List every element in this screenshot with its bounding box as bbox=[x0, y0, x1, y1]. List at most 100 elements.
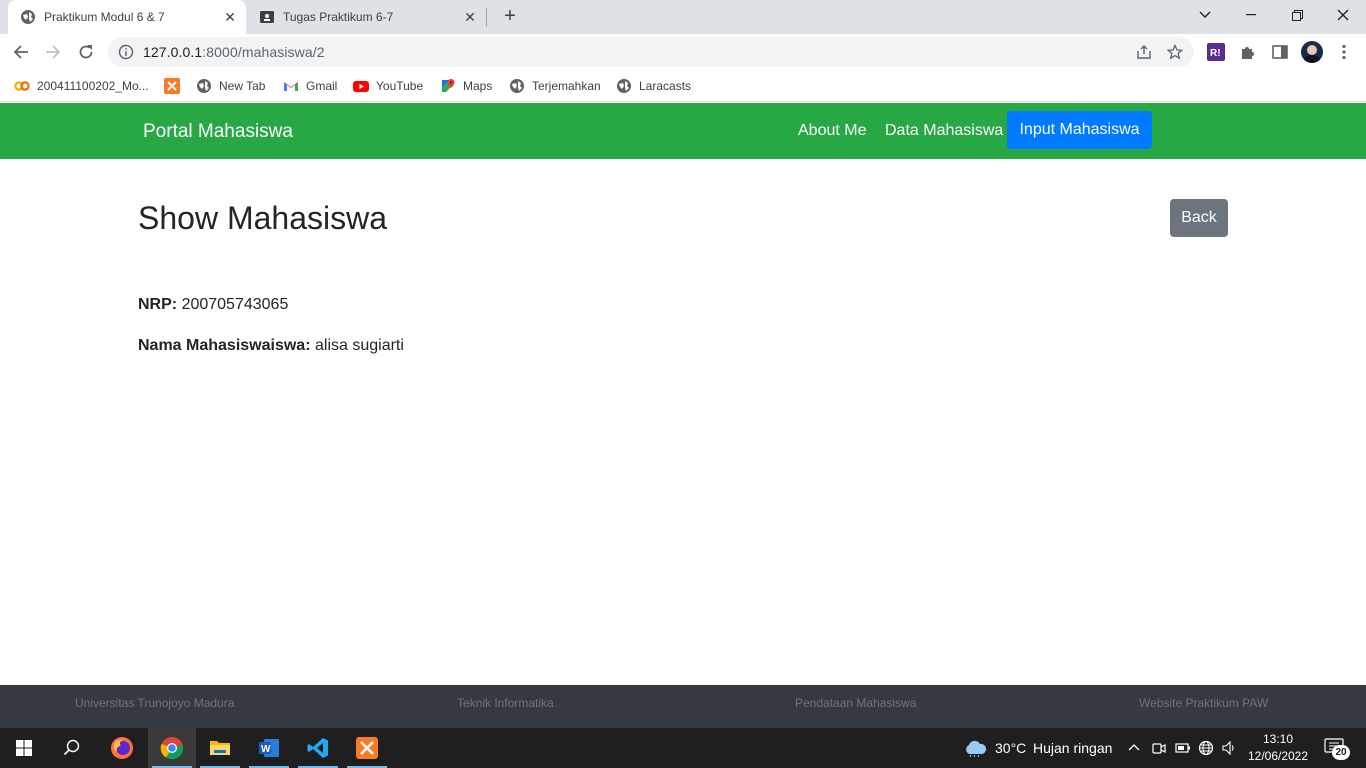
clock-time[interactable]: 13:10 bbox=[1244, 732, 1312, 746]
bookmark-terjemahkan[interactable]: Terjemahkan bbox=[509, 76, 601, 96]
tab-divider bbox=[486, 8, 487, 26]
weather-temp[interactable]: 30°C bbox=[995, 740, 1026, 756]
tab-bar: Praktikum Modul 6 & 7 ✕ Tugas Praktikum … bbox=[0, 0, 1366, 34]
info-icon[interactable] bbox=[118, 44, 134, 60]
taskbar: W 30°C Hujan ringan 13:10 12/06/2022 20 bbox=[0, 728, 1366, 768]
footer-item: Pendataan Mahasiswa bbox=[795, 696, 917, 710]
search-button[interactable] bbox=[48, 728, 96, 768]
page-title: Show Mahasiswa bbox=[138, 200, 387, 236]
svg-text:W: W bbox=[261, 744, 271, 755]
footer-item: Universitas Trunojoyo Madura bbox=[75, 696, 235, 710]
bookmark-star-icon[interactable] bbox=[1167, 44, 1183, 60]
url-path: :8000/mahasiswa/2 bbox=[202, 44, 325, 60]
chrome-taskbar-app[interactable] bbox=[148, 728, 196, 768]
field-nrp: NRP: 200705743065 bbox=[138, 296, 288, 314]
vscode-icon bbox=[307, 738, 328, 758]
weather-cloud-icon[interactable] bbox=[963, 739, 987, 757]
footer: Universitas Trunojoyo Madura Teknik Info… bbox=[0, 685, 1366, 728]
close-icon[interactable]: ✕ bbox=[462, 9, 478, 25]
field-label: NRP: bbox=[138, 296, 178, 313]
close-window-button[interactable] bbox=[1320, 0, 1366, 30]
globe-icon bbox=[617, 79, 631, 93]
bookmark-maps[interactable]: Maps bbox=[440, 76, 492, 96]
windows-logo-icon bbox=[16, 740, 32, 756]
notification-count-badge: 20 bbox=[1332, 745, 1350, 760]
profile-avatar[interactable] bbox=[1301, 41, 1323, 63]
tab-title: Tugas Praktikum 6-7 bbox=[283, 10, 394, 24]
nav-about-me[interactable]: About Me bbox=[798, 122, 866, 140]
word-taskbar-app[interactable]: W bbox=[245, 728, 293, 768]
extensions-puzzle-icon[interactable] bbox=[1239, 43, 1257, 61]
bookmark-label: New Tab bbox=[219, 79, 266, 93]
battery-icon[interactable] bbox=[1175, 742, 1191, 754]
firefox-icon bbox=[111, 737, 133, 759]
chevron-up-icon[interactable] bbox=[1128, 742, 1140, 754]
search-icon bbox=[63, 739, 80, 756]
network-globe-icon[interactable] bbox=[1198, 740, 1214, 756]
meet-now-icon[interactable] bbox=[1152, 740, 1166, 756]
new-tab-button[interactable]: + bbox=[500, 6, 520, 27]
word-icon: W bbox=[259, 739, 279, 757]
gmail-icon bbox=[284, 82, 298, 91]
navbar: Portal Mahasiswa About Me Data Mahasiswa… bbox=[0, 103, 1366, 159]
back-button[interactable]: Back bbox=[1170, 199, 1228, 237]
firefox-taskbar-app[interactable] bbox=[98, 728, 146, 768]
bookmark-label: 200411100202_Mo... bbox=[37, 79, 149, 93]
bookmark-colab[interactable]: 200411100202_Mo... bbox=[14, 76, 149, 96]
extension-r-icon[interactable]: R! bbox=[1207, 43, 1225, 61]
maps-icon bbox=[442, 79, 455, 92]
clock-date[interactable]: 12/06/2022 bbox=[1244, 749, 1312, 763]
bookmark-xampp[interactable] bbox=[164, 76, 187, 96]
start-button[interactable] bbox=[0, 728, 48, 768]
weather-desc[interactable]: Hujan ringan bbox=[1033, 740, 1112, 756]
bookmark-label: Terjemahkan bbox=[532, 79, 601, 93]
xampp-icon bbox=[356, 737, 378, 759]
back-arrow-icon[interactable] bbox=[8, 39, 34, 65]
tab-search-chevron-icon[interactable] bbox=[1182, 0, 1228, 30]
youtube-icon bbox=[353, 81, 369, 92]
tab-title: Praktikum Modul 6 & 7 bbox=[44, 10, 165, 24]
bookmark-new-tab[interactable]: New Tab bbox=[196, 76, 265, 96]
globe-icon bbox=[197, 79, 211, 93]
globe-icon bbox=[21, 10, 35, 24]
reload-icon[interactable] bbox=[73, 39, 99, 65]
vscode-taskbar-app[interactable] bbox=[294, 728, 342, 768]
navbar-brand[interactable]: Portal Mahasiswa bbox=[143, 121, 293, 143]
xampp-taskbar-app[interactable] bbox=[343, 728, 391, 768]
url-text[interactable]: 127.0.0.1:8000/mahasiswa/2 bbox=[143, 44, 325, 60]
bookmark-label: Maps bbox=[463, 79, 493, 93]
close-icon[interactable]: ✕ bbox=[222, 9, 238, 25]
share-icon[interactable] bbox=[1136, 44, 1152, 60]
colab-icon bbox=[14, 81, 30, 91]
menu-kebab-icon[interactable] bbox=[1335, 43, 1353, 61]
url-host: 127.0.0.1 bbox=[143, 44, 203, 60]
bookmark-youtube[interactable]: YouTube bbox=[353, 76, 423, 96]
nav-data-mahasiswa[interactable]: Data Mahasiswa bbox=[885, 122, 1003, 140]
globe-icon bbox=[510, 79, 524, 93]
volume-icon[interactable] bbox=[1221, 740, 1237, 756]
contact-card-icon bbox=[260, 11, 274, 23]
footer-item: Website Praktikum PAW bbox=[1139, 696, 1269, 710]
footer-item: Teknik Informatika bbox=[457, 696, 554, 710]
field-value: alisa sugiarti bbox=[314, 337, 404, 354]
notification-center-button[interactable]: 20 bbox=[1322, 738, 1350, 760]
tab-tugas[interactable]: Tugas Praktikum 6-7 ✕ bbox=[248, 0, 486, 34]
field-value: 200705743065 bbox=[181, 296, 289, 313]
forward-arrow-icon[interactable] bbox=[40, 39, 66, 65]
bookmark-laracasts[interactable]: Laracasts bbox=[616, 76, 691, 96]
bookmarks-bar: 200411100202_Mo... New Tab Gmail YouTube… bbox=[0, 70, 1366, 102]
minimize-button[interactable] bbox=[1228, 0, 1274, 30]
folder-icon bbox=[210, 741, 230, 755]
bookmark-gmail[interactable]: Gmail bbox=[283, 76, 337, 96]
address-bar[interactable]: 127.0.0.1:8000/mahasiswa/2 bbox=[108, 37, 1194, 67]
bookmark-label: Laracasts bbox=[639, 79, 692, 93]
tab-praktikum[interactable]: Praktikum Modul 6 & 7 ✕ bbox=[8, 0, 246, 34]
bookmark-label: YouTube bbox=[376, 79, 424, 93]
browser-toolbar: 127.0.0.1:8000/mahasiswa/2 R! bbox=[0, 34, 1366, 70]
xampp-icon bbox=[164, 78, 180, 94]
nav-input-mahasiswa[interactable]: Input Mahasiswa bbox=[1007, 111, 1152, 149]
file-explorer-taskbar-app[interactable] bbox=[196, 728, 244, 768]
restore-button[interactable] bbox=[1274, 0, 1320, 30]
bookmark-label: Gmail bbox=[306, 79, 338, 93]
side-panel-icon[interactable] bbox=[1271, 43, 1289, 61]
